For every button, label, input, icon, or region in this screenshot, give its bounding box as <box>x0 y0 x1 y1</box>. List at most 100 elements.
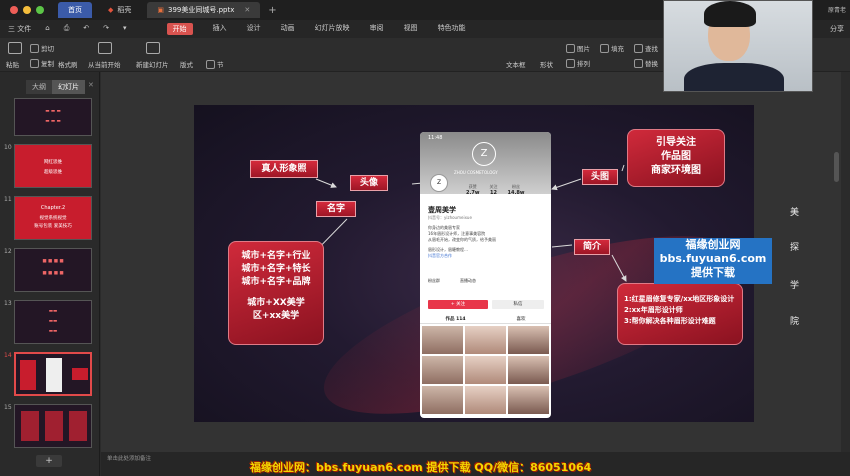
brand-name: ZHOU COSMETOLOGY <box>454 170 498 175</box>
paste-label: 粘贴 <box>6 61 19 69</box>
label-real-photo: 真人形象照 <box>250 160 318 178</box>
replace-label: 替换 <box>645 60 658 68</box>
works-grid <box>422 326 549 414</box>
section-button[interactable]: 节 <box>206 59 224 69</box>
profile-stats: 获赞 2.7w 关注 12 粉丝 14.8w <box>466 184 524 196</box>
tab-outline[interactable]: 大纲 <box>26 80 52 94</box>
slide-thumbnail-12[interactable]: ■ ■ ■ ■ ■ ■ ■ ■ <box>14 248 92 292</box>
pptx-file-icon: ▣ <box>157 6 165 14</box>
file-menu[interactable]: 三 文件 <box>8 24 31 34</box>
stat-followers: 粉丝 14.8w <box>507 184 524 196</box>
picture-button[interactable]: 图片 <box>566 43 590 53</box>
side-char-2: 探 <box>790 243 800 253</box>
stat-following-label: 关注 <box>489 184 498 189</box>
presenter-hair <box>704 1 756 27</box>
work-thumb <box>465 326 506 354</box>
print-icon[interactable]: ⎙ <box>64 24 70 34</box>
shape-button[interactable]: 形状 <box>540 59 553 69</box>
canvas-scrollbar[interactable] <box>834 152 839 182</box>
arrange-icon <box>566 58 575 68</box>
label-intro: 简介 <box>574 239 610 255</box>
watermark-line2: bbs.fuyuan6.com <box>659 252 767 265</box>
bio-official: 抖音官方合作 <box>428 253 452 258</box>
slides-panel: 大纲 幻灯片 ✕ ▬ ▬ ▬ ▬ ▬ ▬ 10 网红思维 超级思维 11 Cha… <box>0 72 100 476</box>
share-button[interactable]: 分享 <box>830 24 844 34</box>
play-from-current-icon[interactable] <box>98 42 112 54</box>
format-painter-label: 格式刷 <box>58 61 78 69</box>
profile-bio: 你身边的美眉专家 16年眉形设计师，注意事美容院 从眉毛开始，改变你的气质，给予… <box>428 225 543 259</box>
undo-icon[interactable]: ↶ <box>83 24 89 34</box>
tab-animation[interactable]: 动画 <box>281 23 295 35</box>
tab-slideshow[interactable]: 幻灯片放映 <box>315 23 350 35</box>
cut-button[interactable]: 剪切 <box>30 43 54 53</box>
quick-access-dropdown-icon[interactable]: ▾ <box>123 24 127 34</box>
stat-following-value: 12 <box>490 190 497 196</box>
panel-close-icon[interactable]: ✕ <box>88 81 94 89</box>
close-window-icon[interactable] <box>10 6 18 14</box>
new-tab-button[interactable]: + <box>268 5 276 16</box>
tab-slides[interactable]: 幻灯片 <box>52 80 85 94</box>
tab-document[interactable]: ▣ 399美业同城号.pptx ✕ <box>147 2 261 18</box>
tab-features[interactable]: 特色功能 <box>438 23 466 35</box>
tab-review[interactable]: 审阅 <box>370 23 384 35</box>
tab-home[interactable]: 首页 <box>58 2 92 18</box>
from-current-label: 从当前开始 <box>88 61 121 69</box>
tab-docer-label: 稻壳 <box>117 6 132 14</box>
tab-insert[interactable]: 插入 <box>213 23 227 35</box>
find-button[interactable]: 查找 <box>634 43 658 53</box>
user-name[interactable]: 原青老 <box>828 5 846 14</box>
layout-button[interactable]: 版式 <box>180 59 193 69</box>
slide-thumbnail-14-selected[interactable] <box>14 352 92 396</box>
webcam-overlay <box>663 0 813 92</box>
name-formula-line3: 城市+名字+品牌 <box>241 277 311 287</box>
find-icon <box>634 43 643 53</box>
slide-thumbnail-15[interactable] <box>14 404 92 448</box>
name-formula-line2: 城市+名字+特长 <box>241 264 311 274</box>
paste-icon[interactable] <box>8 42 22 54</box>
stat-likes: 获赞 2.7w <box>466 184 479 196</box>
minimize-window-icon[interactable] <box>23 6 31 14</box>
tab-start[interactable]: 开始 <box>166 23 193 35</box>
maximize-window-icon[interactable] <box>36 6 44 14</box>
arrange-label: 排列 <box>577 60 590 68</box>
format-painter-button[interactable]: 格式刷 <box>58 59 78 69</box>
new-slide-button[interactable]: 新建幻灯片 <box>136 59 169 69</box>
watermark-overlay: 福缘创业网 bbs.fuyuan6.com 提供下载 <box>654 238 772 284</box>
home-icon[interactable]: ⌂ <box>45 24 49 34</box>
textbox-button[interactable]: 文本框 <box>506 59 526 69</box>
new-slide-label: 新建幻灯片 <box>136 61 169 69</box>
follow-button: + 关注 <box>428 300 488 309</box>
add-slide-button[interactable]: + <box>36 455 62 467</box>
profile-id: 抖音号：yizhoumeixue <box>428 215 472 220</box>
slide-thumbnail-10[interactable]: 网红思维 超级思维 <box>14 144 92 188</box>
slide-number-11: 11 <box>4 196 12 203</box>
replace-button[interactable]: 替换 <box>634 58 658 68</box>
find-label: 查找 <box>645 45 658 53</box>
from-current-button[interactable]: 从当前开始 <box>88 59 121 69</box>
slide-thumbnail-9[interactable]: ▬ ▬ ▬ ▬ ▬ ▬ <box>14 98 92 136</box>
notes-placeholder[interactable]: 单击此处添加备注 <box>107 454 151 462</box>
label-avatar: 头像 <box>350 175 388 191</box>
tab-docer[interactable]: ◆ 稻壳 <box>98 2 141 18</box>
works-tab: 作品 114 <box>445 316 466 322</box>
slide-thumbnail-11[interactable]: Chapter.2 视觉系统视觉 账号包装 爱美技巧 <box>14 196 92 240</box>
tab-view[interactable]: 视图 <box>404 23 418 35</box>
slide-thumbnail-13[interactable]: ▬▬ ▬▬ ▬▬ <box>14 300 92 344</box>
scissors-icon <box>30 43 39 53</box>
fill-label: 填充 <box>611 45 624 53</box>
work-thumb <box>465 356 506 384</box>
redo-icon[interactable]: ↷ <box>103 24 109 34</box>
slide-number-15: 15 <box>4 404 12 411</box>
fill-button[interactable]: 填充 <box>600 43 624 53</box>
brand-logo-icon: Z <box>472 142 496 166</box>
works-tab-bar: 作品 114 喜欢 <box>420 314 551 324</box>
copy-button[interactable]: 复制 <box>30 58 54 68</box>
tab-design[interactable]: 设计 <box>247 23 261 35</box>
new-slide-icon[interactable] <box>146 42 160 54</box>
arrange-button[interactable]: 排列 <box>566 58 590 68</box>
paste-button[interactable]: 粘贴 <box>6 59 19 69</box>
close-tab-icon[interactable]: ✕ <box>244 6 250 14</box>
work-thumb <box>422 356 463 384</box>
side-char-1: 美 <box>790 208 800 218</box>
replace-icon <box>634 58 643 68</box>
